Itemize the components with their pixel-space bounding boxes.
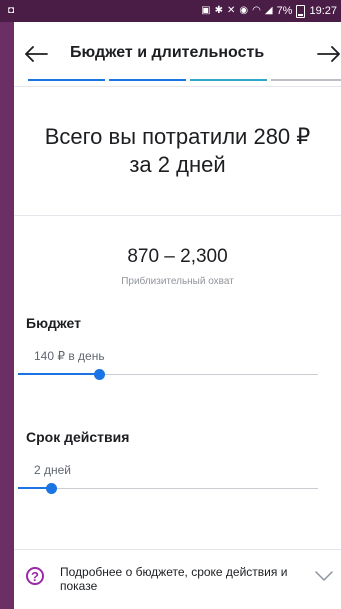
arrow-left-icon bbox=[25, 46, 48, 62]
budget-duration-screen: Бюджет и длительность Всего вы потратили… bbox=[14, 22, 341, 609]
question-icon: ? bbox=[26, 567, 44, 585]
status-bar: ◘ ▣ ✱ ✕ ◉ ◠ ◢ 7% 19:27 bbox=[0, 0, 341, 22]
step-indicator bbox=[28, 79, 105, 81]
battery-icon bbox=[296, 4, 306, 18]
reach-range: 870 – 2,300 bbox=[127, 246, 228, 267]
header: Бюджет и длительность bbox=[14, 22, 341, 86]
signal-icon: ◢ bbox=[264, 5, 273, 16]
duration-slider[interactable] bbox=[18, 481, 318, 497]
divider bbox=[14, 549, 341, 550]
estimated-reach: 870 – 2,300 Приблизительный охват bbox=[14, 216, 341, 315]
budget-slider[interactable] bbox=[18, 367, 318, 383]
budget-value: 140 ₽ в день bbox=[34, 349, 105, 363]
budget-title: Бюджет bbox=[26, 315, 81, 331]
spend-summary-line2: за 2 дней bbox=[129, 152, 226, 177]
chevron-down-icon[interactable] bbox=[315, 571, 333, 581]
battery-percent: 7% bbox=[276, 5, 293, 17]
step-indicator bbox=[109, 79, 186, 81]
slider-track bbox=[18, 488, 318, 489]
slider-fill bbox=[18, 373, 99, 375]
reach-caption: Приблизительный охват bbox=[121, 276, 234, 287]
arrow-right-icon bbox=[317, 46, 340, 62]
back-button[interactable] bbox=[22, 40, 50, 68]
duration-title: Срок действия bbox=[26, 429, 130, 445]
spend-summary-line1: Всего вы потратили 280 ₽ bbox=[44, 124, 311, 149]
slider-thumb[interactable] bbox=[94, 369, 105, 380]
page-title: Бюджет и длительность bbox=[70, 44, 265, 61]
duration-section: Срок действия 2 дней bbox=[14, 429, 341, 497]
more-info-text: Подробнее о бюджете, сроке действия и по… bbox=[60, 565, 288, 593]
step-indicator bbox=[271, 79, 341, 81]
budget-section: Бюджет 140 ₽ в день bbox=[14, 315, 341, 383]
step-progress bbox=[28, 79, 341, 81]
step-indicator bbox=[190, 79, 267, 81]
notification-icon: ◘ bbox=[8, 5, 15, 16]
bluetooth-icon: ✱ bbox=[214, 5, 223, 16]
next-button[interactable] bbox=[315, 40, 341, 68]
clock: 19:27 bbox=[309, 5, 337, 17]
spend-summary: Всего вы потратили 280 ₽ за 2 дней bbox=[14, 87, 341, 215]
mute-icon: ✕ bbox=[227, 5, 236, 16]
wifi-icon: ◠ bbox=[252, 5, 261, 16]
alarm-icon: ◉ bbox=[239, 5, 249, 16]
slider-thumb[interactable] bbox=[46, 483, 57, 494]
cast-icon: ▣ bbox=[201, 5, 211, 16]
duration-value: 2 дней bbox=[34, 463, 72, 477]
more-info-row[interactable]: ? Подробнее о бюджете, сроке действия и … bbox=[14, 549, 341, 609]
